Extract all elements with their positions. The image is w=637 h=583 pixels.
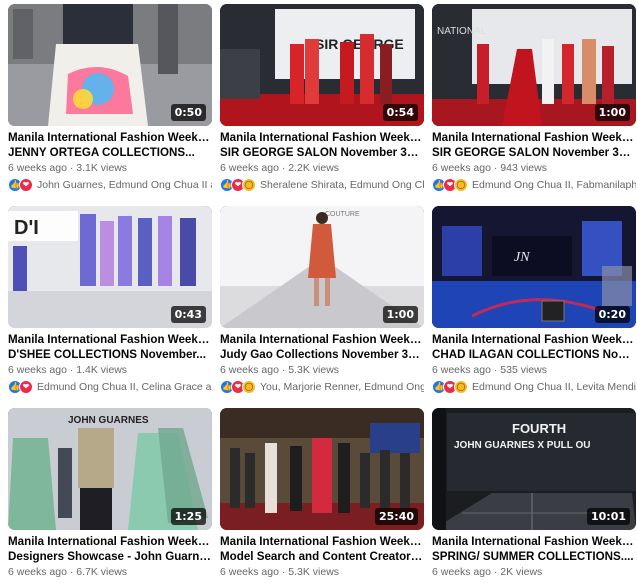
reacted-by: Edmund Ong Chua II, Fabmanilaph ar <box>472 179 636 191</box>
video-title-line1[interactable]: Manila International Fashion Week 2024 <box>8 332 212 347</box>
reaction-icons: 👍 ❤ <box>8 178 33 192</box>
wow-reaction-icon: ◯ <box>454 380 468 394</box>
reactions-row[interactable]: 👍 ❤ ◯ You, Marjorie Renner, Edmund Ong C… <box>220 380 424 394</box>
video-thumbnail[interactable]: 25:40 <box>220 408 424 530</box>
video-thumbnail[interactable]: JOHN GUARNES 1:25 <box>8 408 212 530</box>
video-thumbnail[interactable]: SIR GEORGE 0:54 <box>220 4 424 126</box>
video-meta: 6 weeks ago · 6.7K views <box>8 566 128 578</box>
backdrop-text: COUTURE <box>325 211 360 218</box>
video-thumbnail[interactable]: JN 0:20 <box>432 206 636 328</box>
video-title-line1[interactable]: Manila International Fashion Week 2024 <box>432 332 636 347</box>
video-card[interactable]: JN 0:20 Manila International Fashion Wee… <box>432 206 636 398</box>
reactions-row[interactable]: 👍 ❤ ◯ Edmund Ong Chua II, Levita Mendiol… <box>432 380 636 394</box>
video-card[interactable]: FOURTH JOHN GUARNES X PULL OU 10:01 Mani… <box>432 408 636 578</box>
reacted-by: John Guarnes, Edmund Ong Chua II and <box>37 179 212 191</box>
backdrop-text: NATIONAL <box>437 26 487 37</box>
video-card[interactable]: 0:50 Manila International Fashion Week 2… <box>8 4 212 196</box>
video-title-line1[interactable]: Manila International Fashion Week 2024 <box>432 130 636 145</box>
video-title-line2[interactable]: SIR GEORGE SALON November 30,202... <box>432 145 636 160</box>
video-title-line2[interactable]: D'SHEE COLLECTIONS November... <box>8 347 212 362</box>
video-meta: 6 weeks ago · 2K views <box>432 566 543 578</box>
video-meta: 6 weeks ago · 2.2K views <box>220 162 340 174</box>
video-title-line1[interactable]: Manila International Fashion Week 2024 <box>220 130 424 145</box>
video-title-line2[interactable]: Designers Showcase - John Guarnes... <box>8 549 212 564</box>
stage-logo: JN <box>514 250 530 265</box>
video-title-line1[interactable]: Manila International Fashion Week 2024 <box>8 130 212 145</box>
reaction-icons: 👍 ❤ ◯ <box>432 380 468 394</box>
video-title-line2[interactable]: SIR GEORGE SALON November 30,202... <box>220 145 424 160</box>
reactions-row[interactable]: 👍 ❤ Edmund Ong Chua II, Celina Grace and… <box>8 380 212 394</box>
reacted-by: Sheralene Shirata, Edmund Ong Chua <box>260 179 424 191</box>
video-grid: 0:50 Manila International Fashion Week 2… <box>8 4 636 578</box>
video-duration: 1:00 <box>594 104 630 121</box>
screen-text-line1: FOURTH <box>512 421 566 436</box>
video-meta: 6 weeks ago · 1.4K views <box>8 364 128 376</box>
video-title-line1[interactable]: Manila International Fashion Week 2024 <box>432 534 636 549</box>
video-card[interactable]: 25:40 Manila International Fashion Week … <box>220 408 424 578</box>
reacted-by: Edmund Ong Chua II, Levita Mendiola <box>472 381 636 393</box>
reaction-icons: 👍 ❤ ◯ <box>432 178 468 192</box>
video-card[interactable]: SIR GEORGE 0:54 Manila International Fas… <box>220 4 424 196</box>
video-duration: 1:00 <box>382 306 418 323</box>
video-meta: 6 weeks ago · 535 views <box>432 364 547 376</box>
reacted-by: Edmund Ong Chua II, Celina Grace and 1 <box>37 381 212 393</box>
love-reaction-icon: ❤ <box>19 178 33 192</box>
video-thumbnail[interactable]: D'I 0:43 <box>8 206 212 328</box>
video-duration: 10:01 <box>586 508 630 525</box>
reacted-by: You, Marjorie Renner, Edmund Ong Chua <box>260 381 424 393</box>
video-card[interactable]: D'I 0:43 Manila International Fashion We… <box>8 206 212 398</box>
backdrop-text: D'I <box>14 217 39 239</box>
wow-reaction-icon: ◯ <box>242 178 256 192</box>
backdrop-text: JOHN GUARNES <box>68 415 149 426</box>
video-thumbnail[interactable]: 0:50 <box>8 4 212 126</box>
video-duration: 1:25 <box>170 508 206 525</box>
wow-reaction-icon: ◯ <box>242 380 256 394</box>
reaction-icons: 👍 ❤ ◯ <box>220 380 256 394</box>
video-title-line2[interactable]: JENNY ORTEGA COLLECTIONS... <box>8 145 212 160</box>
video-thumbnail[interactable]: COUTURE 1:00 <box>220 206 424 328</box>
video-duration: 0:50 <box>170 104 206 121</box>
love-reaction-icon: ❤ <box>19 380 33 394</box>
reaction-icons: 👍 ❤ ◯ <box>220 178 256 192</box>
video-thumbnail[interactable]: NATIONAL 1:00 <box>432 4 636 126</box>
video-title-line2[interactable]: CHAD ILAGAN COLLECTIONS Novemb... <box>432 347 636 362</box>
video-duration: 25:40 <box>374 508 418 525</box>
video-meta: 6 weeks ago · 3.1K views <box>8 162 128 174</box>
video-title-line2[interactable]: SPRING/ SUMMER COLLECTIONS.... <box>432 549 636 564</box>
screen-text-line2: JOHN GUARNES X PULL OU <box>454 440 591 451</box>
video-meta: 6 weeks ago · 5.3K views <box>220 566 340 578</box>
video-title-line1[interactable]: Manila International Fashion Week 2024 <box>8 534 212 549</box>
video-title-line2[interactable]: Model Search and Content Creators... <box>220 549 424 564</box>
video-card[interactable]: NATIONAL 1:00 Manila International Fashi… <box>432 4 636 196</box>
reactions-row[interactable]: 👍 ❤ John Guarnes, Edmund Ong Chua II and <box>8 178 212 192</box>
video-card[interactable]: JOHN GUARNES 1:25 Manila International F… <box>8 408 212 578</box>
reactions-row[interactable]: 👍 ❤ ◯ Sheralene Shirata, Edmund Ong Chua <box>220 178 424 192</box>
video-meta: 6 weeks ago · 943 views <box>432 162 547 174</box>
wow-reaction-icon: ◯ <box>454 178 468 192</box>
video-duration: 0:20 <box>594 306 630 323</box>
video-title-line1[interactable]: Manila International Fashion Week 2024 <box>220 534 424 549</box>
video-meta: 6 weeks ago · 5.3K views <box>220 364 340 376</box>
video-thumbnail[interactable]: FOURTH JOHN GUARNES X PULL OU 10:01 <box>432 408 636 530</box>
video-duration: 0:43 <box>170 306 206 323</box>
video-card[interactable]: COUTURE 1:00 Manila International Fashio… <box>220 206 424 398</box>
reaction-icons: 👍 ❤ <box>8 380 33 394</box>
video-title-line2[interactable]: Judy Gao Collections November 30,20... <box>220 347 424 362</box>
video-duration: 0:54 <box>382 104 418 121</box>
reactions-row[interactable]: 👍 ❤ ◯ Edmund Ong Chua II, Fabmanilaph ar <box>432 178 636 192</box>
video-title-line1[interactable]: Manila International Fashion Week 2024 <box>220 332 424 347</box>
